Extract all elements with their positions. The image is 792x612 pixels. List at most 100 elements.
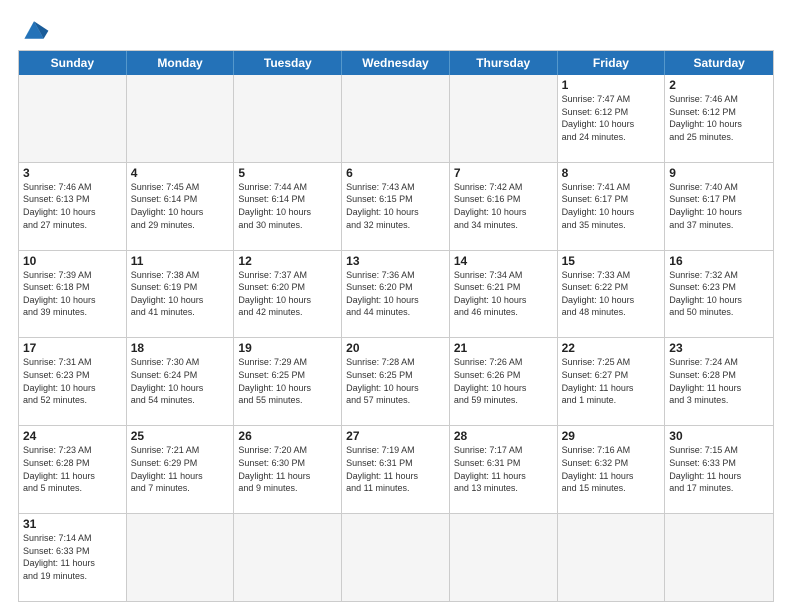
- calendar-cell: 11Sunrise: 7:38 AMSunset: 6:19 PMDayligh…: [127, 251, 235, 338]
- logo: [18, 16, 54, 44]
- day-number: 17: [23, 341, 122, 355]
- day-number: 14: [454, 254, 553, 268]
- day-info: Sunrise: 7:37 AMSunset: 6:20 PMDaylight:…: [238, 269, 337, 319]
- day-header-tuesday: Tuesday: [234, 51, 342, 75]
- calendar-cell: 9Sunrise: 7:40 AMSunset: 6:17 PMDaylight…: [665, 163, 773, 250]
- day-info: Sunrise: 7:33 AMSunset: 6:22 PMDaylight:…: [562, 269, 661, 319]
- day-info: Sunrise: 7:28 AMSunset: 6:25 PMDaylight:…: [346, 356, 445, 406]
- day-info: Sunrise: 7:43 AMSunset: 6:15 PMDaylight:…: [346, 181, 445, 231]
- day-number: 28: [454, 429, 553, 443]
- day-info: Sunrise: 7:45 AMSunset: 6:14 PMDaylight:…: [131, 181, 230, 231]
- calendar-cell: 14Sunrise: 7:34 AMSunset: 6:21 PMDayligh…: [450, 251, 558, 338]
- calendar-cell: [558, 514, 666, 601]
- day-info: Sunrise: 7:36 AMSunset: 6:20 PMDaylight:…: [346, 269, 445, 319]
- day-info: Sunrise: 7:23 AMSunset: 6:28 PMDaylight:…: [23, 444, 122, 494]
- calendar-cell: 15Sunrise: 7:33 AMSunset: 6:22 PMDayligh…: [558, 251, 666, 338]
- day-info: Sunrise: 7:26 AMSunset: 6:26 PMDaylight:…: [454, 356, 553, 406]
- day-info: Sunrise: 7:40 AMSunset: 6:17 PMDaylight:…: [669, 181, 769, 231]
- calendar-cell: 29Sunrise: 7:16 AMSunset: 6:32 PMDayligh…: [558, 426, 666, 513]
- day-info: Sunrise: 7:15 AMSunset: 6:33 PMDaylight:…: [669, 444, 769, 494]
- calendar-header: SundayMondayTuesdayWednesdayThursdayFrid…: [19, 51, 773, 75]
- calendar-cell: [342, 75, 450, 162]
- day-info: Sunrise: 7:38 AMSunset: 6:19 PMDaylight:…: [131, 269, 230, 319]
- calendar-week-1: 3Sunrise: 7:46 AMSunset: 6:13 PMDaylight…: [19, 162, 773, 250]
- day-header-saturday: Saturday: [665, 51, 773, 75]
- day-number: 8: [562, 166, 661, 180]
- day-number: 20: [346, 341, 445, 355]
- day-number: 10: [23, 254, 122, 268]
- calendar-cell: [127, 514, 235, 601]
- day-number: 16: [669, 254, 769, 268]
- day-info: Sunrise: 7:41 AMSunset: 6:17 PMDaylight:…: [562, 181, 661, 231]
- calendar-cell: [234, 75, 342, 162]
- calendar-cell: 8Sunrise: 7:41 AMSunset: 6:17 PMDaylight…: [558, 163, 666, 250]
- calendar-cell: 16Sunrise: 7:32 AMSunset: 6:23 PMDayligh…: [665, 251, 773, 338]
- day-info: Sunrise: 7:30 AMSunset: 6:24 PMDaylight:…: [131, 356, 230, 406]
- day-number: 22: [562, 341, 661, 355]
- calendar-cell: 19Sunrise: 7:29 AMSunset: 6:25 PMDayligh…: [234, 338, 342, 425]
- calendar-cell: 23Sunrise: 7:24 AMSunset: 6:28 PMDayligh…: [665, 338, 773, 425]
- day-number: 6: [346, 166, 445, 180]
- day-number: 23: [669, 341, 769, 355]
- day-number: 21: [454, 341, 553, 355]
- day-number: 27: [346, 429, 445, 443]
- day-header-thursday: Thursday: [450, 51, 558, 75]
- calendar-cell: 26Sunrise: 7:20 AMSunset: 6:30 PMDayligh…: [234, 426, 342, 513]
- calendar-cell: 10Sunrise: 7:39 AMSunset: 6:18 PMDayligh…: [19, 251, 127, 338]
- calendar-cell: 21Sunrise: 7:26 AMSunset: 6:26 PMDayligh…: [450, 338, 558, 425]
- day-info: Sunrise: 7:46 AMSunset: 6:12 PMDaylight:…: [669, 93, 769, 143]
- day-number: 15: [562, 254, 661, 268]
- day-info: Sunrise: 7:34 AMSunset: 6:21 PMDaylight:…: [454, 269, 553, 319]
- calendar-cell: 4Sunrise: 7:45 AMSunset: 6:14 PMDaylight…: [127, 163, 235, 250]
- calendar-cell: 30Sunrise: 7:15 AMSunset: 6:33 PMDayligh…: [665, 426, 773, 513]
- calendar-cell: 27Sunrise: 7:19 AMSunset: 6:31 PMDayligh…: [342, 426, 450, 513]
- day-number: 5: [238, 166, 337, 180]
- calendar: SundayMondayTuesdayWednesdayThursdayFrid…: [18, 50, 774, 602]
- calendar-cell: [450, 514, 558, 601]
- day-info: Sunrise: 7:21 AMSunset: 6:29 PMDaylight:…: [131, 444, 230, 494]
- calendar-week-5: 31Sunrise: 7:14 AMSunset: 6:33 PMDayligh…: [19, 513, 773, 601]
- calendar-cell: 5Sunrise: 7:44 AMSunset: 6:14 PMDaylight…: [234, 163, 342, 250]
- day-number: 29: [562, 429, 661, 443]
- day-number: 12: [238, 254, 337, 268]
- day-header-friday: Friday: [558, 51, 666, 75]
- day-info: Sunrise: 7:31 AMSunset: 6:23 PMDaylight:…: [23, 356, 122, 406]
- day-info: Sunrise: 7:16 AMSunset: 6:32 PMDaylight:…: [562, 444, 661, 494]
- day-header-sunday: Sunday: [19, 51, 127, 75]
- calendar-cell: 17Sunrise: 7:31 AMSunset: 6:23 PMDayligh…: [19, 338, 127, 425]
- calendar-cell: 12Sunrise: 7:37 AMSunset: 6:20 PMDayligh…: [234, 251, 342, 338]
- day-header-monday: Monday: [127, 51, 235, 75]
- calendar-cell: 18Sunrise: 7:30 AMSunset: 6:24 PMDayligh…: [127, 338, 235, 425]
- day-info: Sunrise: 7:42 AMSunset: 6:16 PMDaylight:…: [454, 181, 553, 231]
- calendar-cell: 6Sunrise: 7:43 AMSunset: 6:15 PMDaylight…: [342, 163, 450, 250]
- calendar-cell: [234, 514, 342, 601]
- calendar-week-4: 24Sunrise: 7:23 AMSunset: 6:28 PMDayligh…: [19, 425, 773, 513]
- calendar-cell: [665, 514, 773, 601]
- day-info: Sunrise: 7:29 AMSunset: 6:25 PMDaylight:…: [238, 356, 337, 406]
- day-info: Sunrise: 7:20 AMSunset: 6:30 PMDaylight:…: [238, 444, 337, 494]
- day-number: 30: [669, 429, 769, 443]
- logo-icon: [18, 16, 50, 44]
- calendar-cell: 1Sunrise: 7:47 AMSunset: 6:12 PMDaylight…: [558, 75, 666, 162]
- calendar-cell: 2Sunrise: 7:46 AMSunset: 6:12 PMDaylight…: [665, 75, 773, 162]
- day-number: 7: [454, 166, 553, 180]
- day-number: 9: [669, 166, 769, 180]
- day-number: 2: [669, 78, 769, 92]
- calendar-cell: 28Sunrise: 7:17 AMSunset: 6:31 PMDayligh…: [450, 426, 558, 513]
- calendar-cell: 22Sunrise: 7:25 AMSunset: 6:27 PMDayligh…: [558, 338, 666, 425]
- day-number: 18: [131, 341, 230, 355]
- calendar-cell: 3Sunrise: 7:46 AMSunset: 6:13 PMDaylight…: [19, 163, 127, 250]
- day-number: 26: [238, 429, 337, 443]
- calendar-cell: [342, 514, 450, 601]
- day-info: Sunrise: 7:32 AMSunset: 6:23 PMDaylight:…: [669, 269, 769, 319]
- day-header-wednesday: Wednesday: [342, 51, 450, 75]
- day-number: 24: [23, 429, 122, 443]
- day-info: Sunrise: 7:24 AMSunset: 6:28 PMDaylight:…: [669, 356, 769, 406]
- calendar-body: 1Sunrise: 7:47 AMSunset: 6:12 PMDaylight…: [19, 75, 773, 601]
- day-info: Sunrise: 7:25 AMSunset: 6:27 PMDaylight:…: [562, 356, 661, 406]
- calendar-cell: 31Sunrise: 7:14 AMSunset: 6:33 PMDayligh…: [19, 514, 127, 601]
- day-number: 1: [562, 78, 661, 92]
- calendar-cell: 7Sunrise: 7:42 AMSunset: 6:16 PMDaylight…: [450, 163, 558, 250]
- day-number: 25: [131, 429, 230, 443]
- day-number: 11: [131, 254, 230, 268]
